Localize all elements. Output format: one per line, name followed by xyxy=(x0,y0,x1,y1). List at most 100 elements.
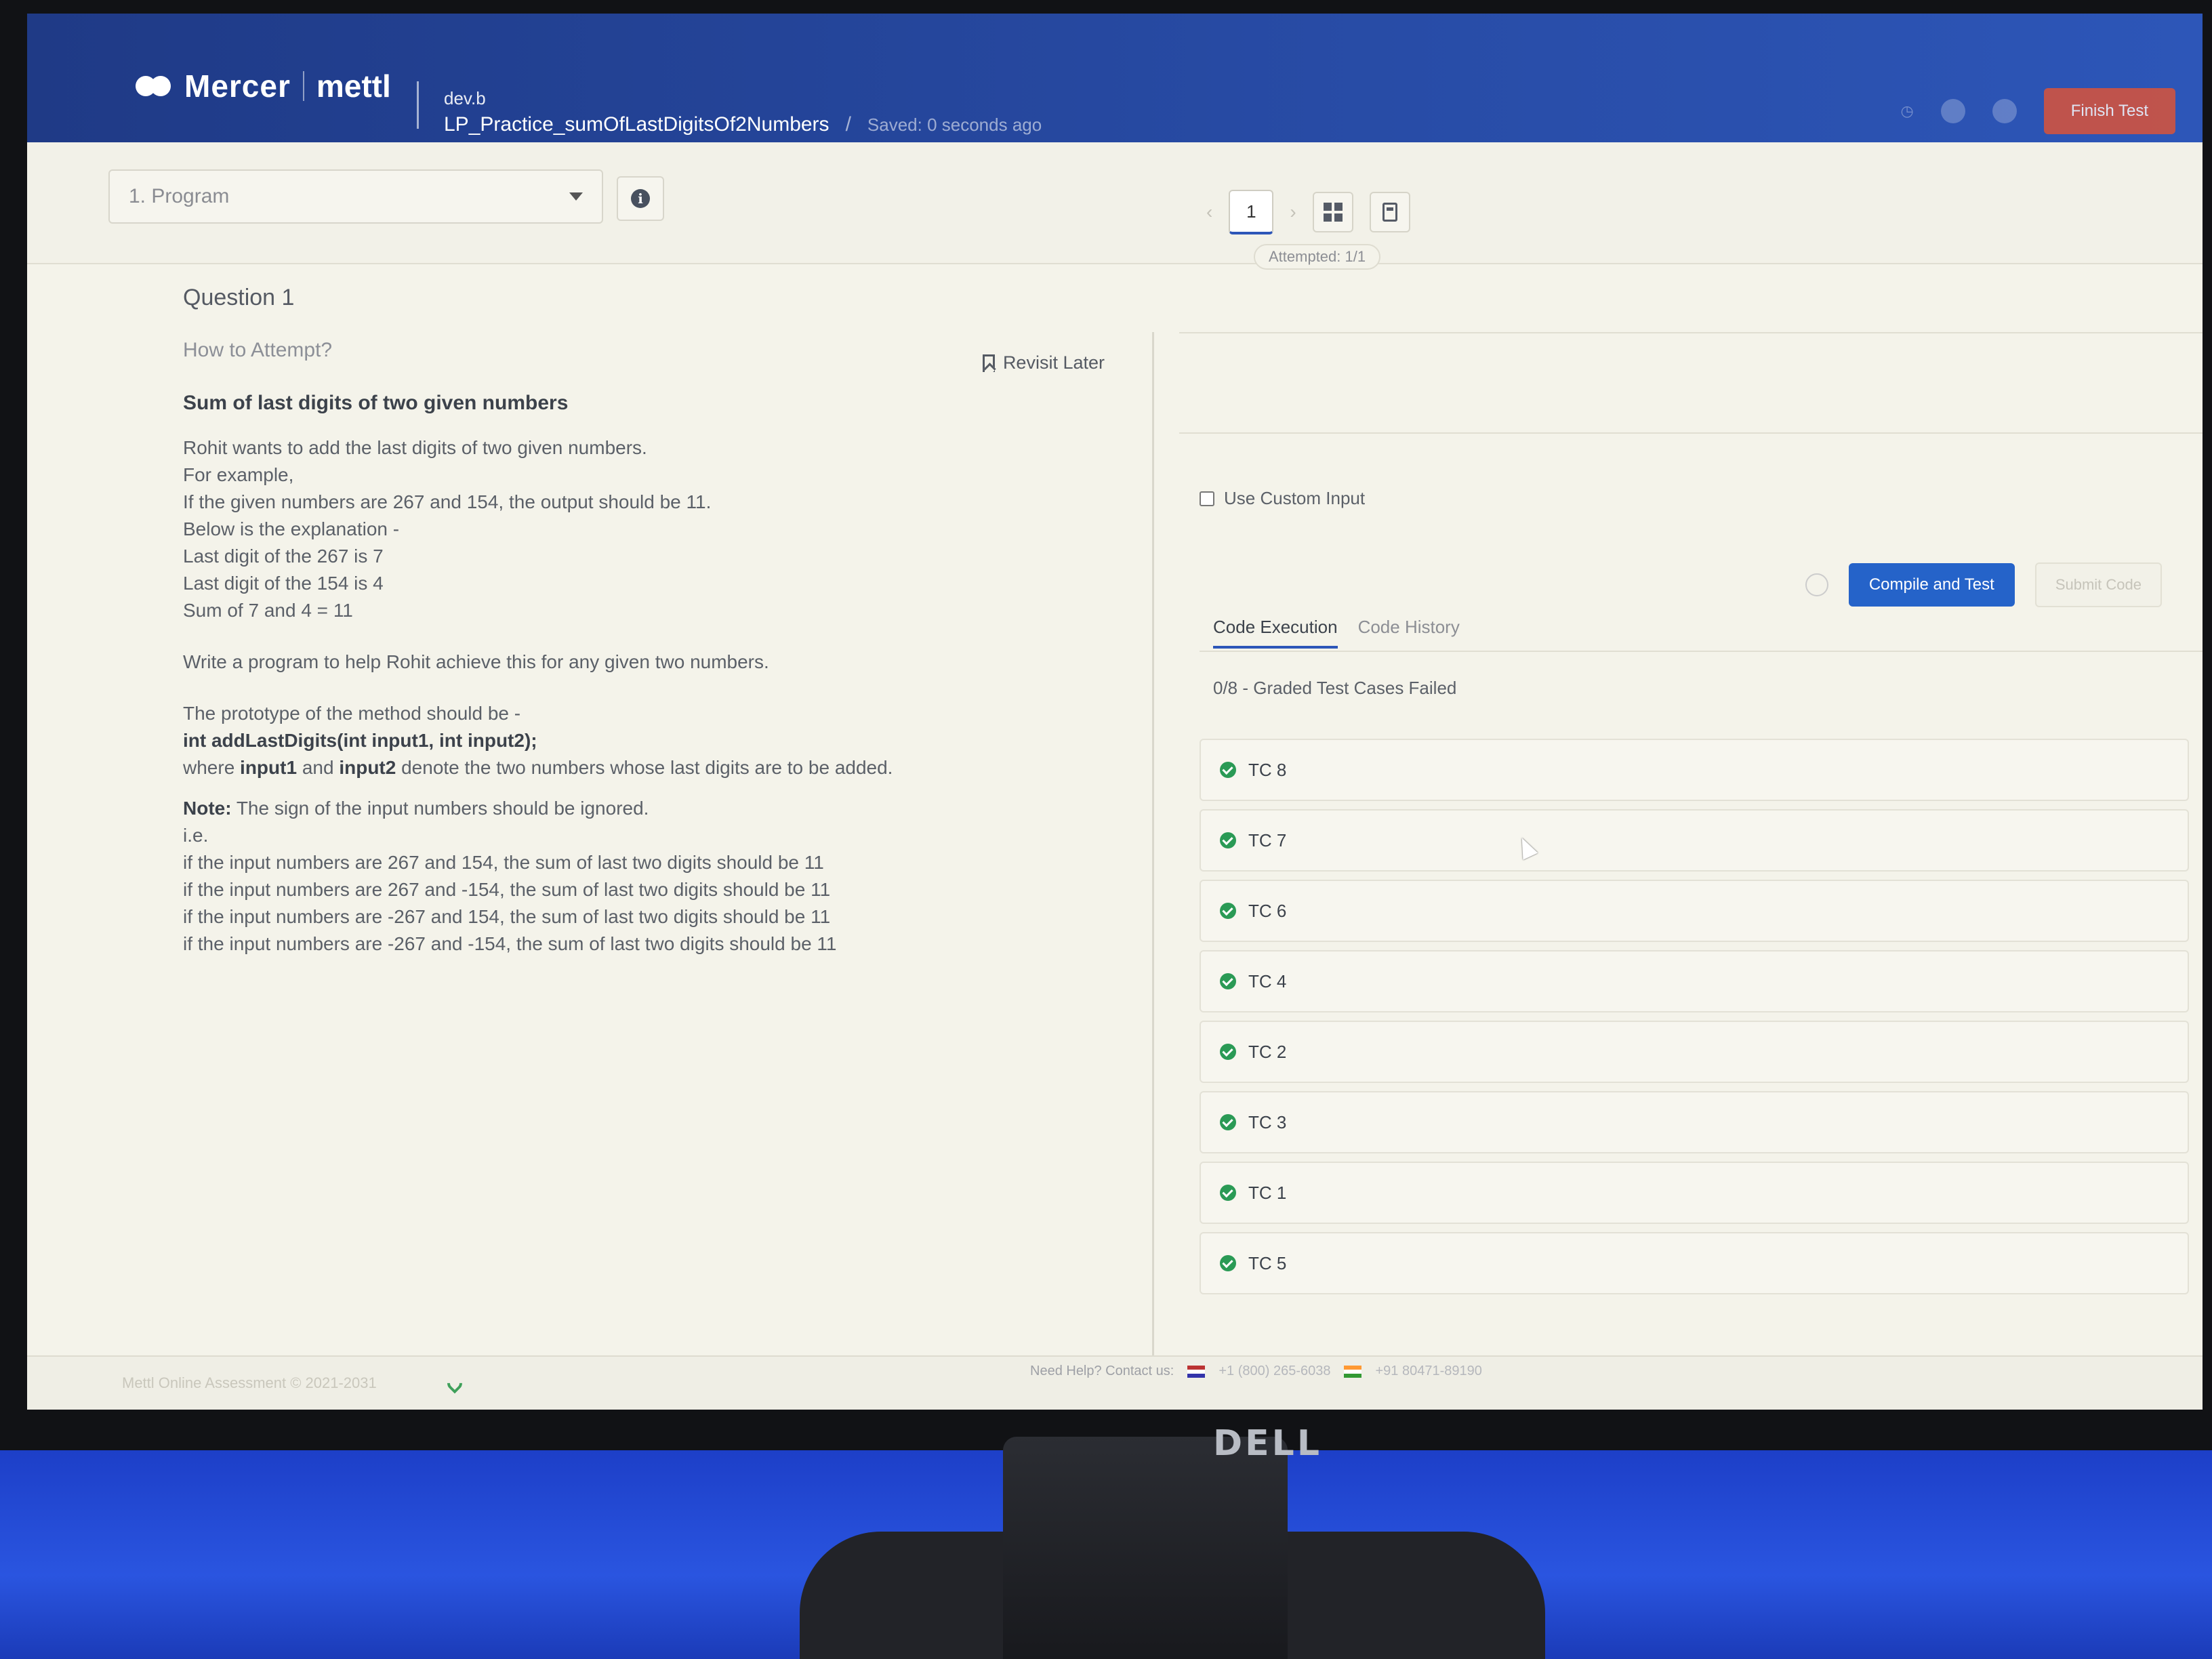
test-info: dev.b LP_Practice_sumOfLastDigitsOf2Numb… xyxy=(444,88,1042,136)
test-case-item[interactable]: TC 5 xyxy=(1200,1232,2189,1294)
india-flag-icon xyxy=(1344,1365,1362,1378)
editor-panel: Use Custom Input Compile and Test Submit… xyxy=(1179,264,2203,1376)
example-line: if the input numbers are 267 and -154, t… xyxy=(183,879,831,900)
check-circle-icon xyxy=(1220,1185,1236,1201)
info-button[interactable]: i xyxy=(617,176,664,221)
example-line: if the input numbers are -267 and -154, … xyxy=(183,933,837,954)
title-separator: / xyxy=(845,113,851,136)
settings-icon[interactable] xyxy=(1940,99,1965,123)
problem-title: Sum of last digits of two given numbers xyxy=(183,392,569,414)
test-case-item[interactable]: TC 4 xyxy=(1200,950,2189,1012)
panel-divider[interactable] xyxy=(1152,332,1154,1369)
question-number-button[interactable]: 1 xyxy=(1229,190,1274,234)
result-tabs: Code Execution Code History xyxy=(1213,617,1460,649)
custom-input-toggle[interactable]: Use Custom Input xyxy=(1200,488,1365,509)
test-case-item[interactable]: TC 2 xyxy=(1200,1021,2189,1083)
test-result-summary: 0/8 - Graded Test Cases Failed xyxy=(1213,678,1457,698)
calculator-button[interactable] xyxy=(1369,192,1410,232)
section-label: 1. Program xyxy=(129,185,230,207)
prototype-signature: int addLastDigits(int input1, int input2… xyxy=(183,730,537,751)
phone-us[interactable]: +1 (800) 265-6038 xyxy=(1218,1364,1330,1379)
header-divider xyxy=(417,81,419,129)
check-circle-icon xyxy=(1220,1255,1236,1271)
question-pager: ‹ 1 › xyxy=(1206,190,1410,234)
how-to-attempt-link[interactable]: How to Attempt? xyxy=(183,339,332,362)
tabs-underline xyxy=(1200,651,2203,652)
code-editor-area[interactable] xyxy=(1179,332,2203,434)
info-icon: i xyxy=(631,189,650,208)
revisit-later-button[interactable]: Revisit Later xyxy=(982,352,1105,373)
test-case-item[interactable]: TC 8 xyxy=(1200,739,2189,801)
section-dropdown[interactable]: 1. Program xyxy=(108,169,603,224)
problem-line: Below is the explanation - xyxy=(183,518,400,539)
problem-line: Sum of 7 and 4 = 11 xyxy=(183,600,353,621)
tab-code-history[interactable]: Code History xyxy=(1358,617,1460,649)
finish-test-button[interactable]: Finish Test xyxy=(2043,88,2175,134)
check-circle-icon xyxy=(1220,1044,1236,1060)
prototype-intro: The prototype of the method should be - xyxy=(183,703,521,724)
help-contact: Need Help? Contact us: +1 (800) 265-6038… xyxy=(1030,1364,1482,1379)
brand-sub: mettl xyxy=(316,68,391,104)
test-case-item[interactable]: TC 6 xyxy=(1200,880,2189,942)
example-line: if the input numbers are 267 and 154, th… xyxy=(183,852,824,873)
us-flag-icon xyxy=(1187,1365,1206,1378)
phone-india[interactable]: +91 80471-89190 xyxy=(1375,1364,1481,1379)
grid-icon xyxy=(1323,203,1343,222)
monitor-brand-logo: DELL xyxy=(1213,1423,1322,1464)
monitor-stand-neck xyxy=(1003,1437,1288,1659)
example-line: if the input numbers are -267 and 154, t… xyxy=(183,906,831,927)
need-help-label: Need Help? Contact us: xyxy=(1030,1364,1174,1378)
prev-question-icon[interactable]: ‹ xyxy=(1206,201,1212,223)
question-panel: Question 1 How to Attempt? Revisit Later… xyxy=(149,264,1145,1362)
problem-line: Last digit of the 154 is 4 xyxy=(183,573,384,594)
profile-icon[interactable] xyxy=(1992,99,2017,123)
test-subtitle: dev.b xyxy=(444,88,486,108)
wifi-icon xyxy=(444,1372,466,1394)
test-case-list: TC 8 TC 7 TC 6 TC 4 TC 2 TC 3 TC 1 TC 5 xyxy=(1200,739,2189,1303)
problem-line: Rohit wants to add the last digits of tw… xyxy=(183,437,647,458)
test-case-item[interactable]: TC 7 xyxy=(1200,809,2189,872)
test-case-item[interactable]: TC 1 xyxy=(1200,1162,2189,1224)
header-actions: ◷ Finish Test xyxy=(1901,88,2175,134)
problem-line: For example, xyxy=(183,464,294,485)
compile-and-test-button[interactable]: Compile and Test xyxy=(1848,563,2015,607)
help-icon[interactable] xyxy=(1805,573,1828,596)
copyright-text: Mettl Online Assessment © 2021-2031 xyxy=(122,1374,377,1391)
section-toolbar: 1. Program i ‹ 1 › Attempted: 1/1 xyxy=(27,142,2203,270)
tab-code-execution[interactable]: Code Execution xyxy=(1213,617,1338,649)
editor-actions: Compile and Test Submit Code xyxy=(1805,562,2162,607)
custom-input-checkbox[interactable] xyxy=(1200,491,1214,506)
chevron-down-icon xyxy=(569,192,583,201)
problem-line: Write a program to help Rohit achieve th… xyxy=(183,651,769,672)
brand-logo: Mercer mettl xyxy=(136,68,391,104)
brand-name: Mercer xyxy=(184,68,291,104)
submit-code-button[interactable]: Submit Code xyxy=(2034,562,2162,607)
ie-line: i.e. xyxy=(183,825,209,846)
test-name: LP_Practice_sumOfLastDigitsOf2Numbers xyxy=(444,113,830,136)
brand-divider xyxy=(302,71,304,101)
check-circle-icon xyxy=(1220,1114,1236,1130)
problem-line: If the given numbers are 267 and 154, th… xyxy=(183,491,712,512)
check-circle-icon xyxy=(1220,762,1236,778)
check-circle-icon xyxy=(1220,973,1236,989)
check-circle-icon xyxy=(1220,832,1236,848)
grid-view-button[interactable] xyxy=(1312,192,1353,232)
where-line: where input1 and input2 denote the two n… xyxy=(183,757,893,778)
revisit-label: Revisit Later xyxy=(1002,352,1105,373)
bookmark-icon xyxy=(982,354,995,372)
calculator-icon xyxy=(1382,203,1397,222)
custom-input-label: Use Custom Input xyxy=(1224,488,1366,508)
check-circle-icon xyxy=(1220,903,1236,919)
note-line: Note: The sign of the input numbers shou… xyxy=(183,798,649,819)
problem-line: Last digit of the 267 is 7 xyxy=(183,546,384,567)
mercer-logo-icon xyxy=(136,76,172,96)
next-question-icon[interactable]: › xyxy=(1290,201,1296,223)
question-title: Question 1 xyxy=(183,285,295,310)
app-header: Mercer mettl dev.b LP_Practice_sumOfLast… xyxy=(27,14,2203,142)
test-case-item[interactable]: TC 3 xyxy=(1200,1091,2189,1153)
problem-statement: Sum of last digits of two given numbers … xyxy=(183,390,1098,958)
saved-status: Saved: 0 seconds ago xyxy=(867,114,1042,135)
screen: Mercer mettl dev.b LP_Practice_sumOfLast… xyxy=(27,14,2203,1410)
page-footer: Mettl Online Assessment © 2021-2031 Need… xyxy=(27,1355,2203,1410)
timer-icon: ◷ xyxy=(1900,102,1914,119)
